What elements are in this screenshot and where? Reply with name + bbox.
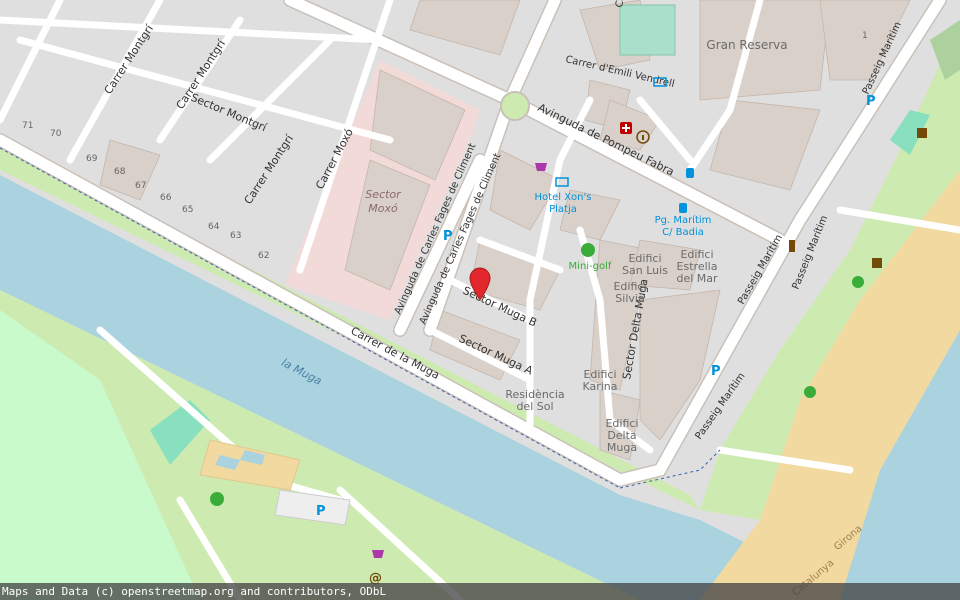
label-mini-golf: Mini-golf [569,261,612,272]
bus-stop-icon[interactable] [679,203,687,213]
label-edifici-karina-2: Karina [582,380,617,393]
drinking-water-icon[interactable] [789,240,795,252]
toilets-icon[interactable] [872,258,882,268]
shop-icon[interactable] [372,550,384,558]
parking-icon[interactable]: P [866,94,876,109]
parking-icon[interactable]: P [711,364,721,379]
map-canvas[interactable]: Carrer Montgrí Carrer Montgrí Carrer Mon… [0,0,960,600]
sports-pitch [619,4,676,56]
house-number: 66 [160,193,172,203]
house-number: 68 [114,167,126,177]
roundabout [500,91,530,121]
label-sector-moxo-1: Sector [365,188,402,201]
toilets-icon[interactable] [917,128,927,138]
house-number: 70 [50,129,62,139]
house-number: 67 [135,181,146,191]
house-number: 62 [258,251,269,261]
label-edifici-san-luis-2: San Luis [622,264,668,277]
label-pg-maritim-2: C/ Badia [662,227,704,238]
house-number: 71 [22,121,33,131]
label-hotel-xons-1: Hotel Xon's [535,192,592,203]
house-number: 69 [86,154,98,164]
house-number: 64 [208,222,220,232]
house-number: 65 [182,205,193,215]
label-edifici-estrella-3: del Mar [676,272,718,285]
map-attribution[interactable]: Maps and Data (c) openstreetmap.org and … [0,583,960,600]
playground-icon[interactable] [804,386,816,398]
minigolf-icon[interactable] [210,492,224,506]
label-edifici-silvia-2: Silvia [615,292,644,305]
label-residencia-2: del Sol [516,400,553,413]
label-pg-maritim-1: Pg. Marítim [655,214,712,226]
minigolf-icon[interactable] [581,243,595,257]
label-edifici-delta-3: Muga [607,441,637,454]
parking-icon[interactable]: P [443,229,453,244]
pharmacy-icon[interactable] [620,122,632,134]
house-number: 63 [230,231,241,241]
playground-icon[interactable] [852,276,864,288]
parking-icon[interactable]: P [316,504,326,519]
label-gran-reserva: Gran Reserva [706,38,787,52]
bus-stop-icon[interactable] [686,168,694,178]
label-sector-moxo-2: Moxó [368,202,398,215]
shop-icon[interactable] [535,163,547,171]
label-hotel-xons-2: Platja [549,204,577,215]
map-view[interactable]: Carrer Montgrí Carrer Montgrí Carrer Mon… [0,0,960,600]
house-number: 1 [862,31,868,41]
